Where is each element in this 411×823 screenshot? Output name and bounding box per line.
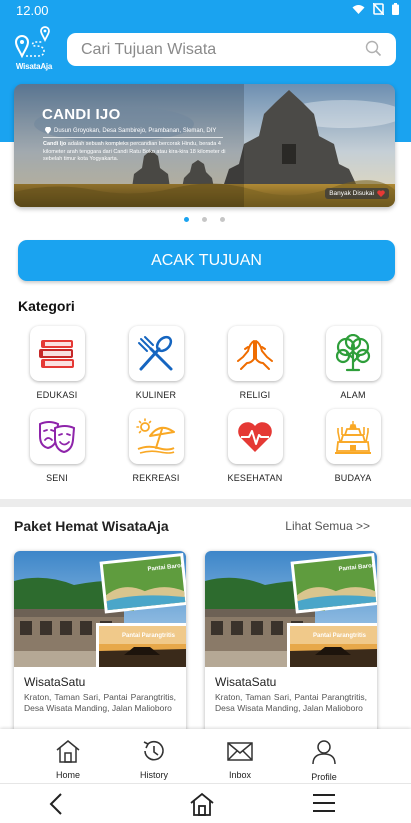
history-icon (143, 740, 164, 761)
category-kesehatan[interactable]: KESEHATAN (215, 409, 295, 483)
nav-label: Profile (311, 772, 337, 782)
battery-icon (392, 3, 399, 15)
category-edukasi[interactable]: EDUKASI (17, 326, 97, 400)
category-box[interactable] (325, 409, 381, 464)
category-label: EDUKASI (36, 390, 78, 400)
status-bar: 12.00 (0, 0, 411, 22)
search-icon[interactable] (365, 40, 382, 57)
category-label: SENI (46, 473, 68, 483)
logo-text: WisataAja (15, 62, 53, 71)
category-label: REKREASI (132, 473, 180, 483)
banner-title: CANDI IJO (42, 106, 121, 123)
search-input[interactable] (81, 39, 351, 61)
search-bar[interactable] (67, 33, 396, 66)
category-seni[interactable]: SENI (17, 409, 97, 483)
see-all-link[interactable]: Lihat Semua >> (285, 519, 370, 533)
package-description: Kraton, Taman Sari, Pantai Parangtritis,… (215, 692, 367, 713)
no-signal-icon (373, 3, 384, 15)
category-title: Kategori (18, 298, 75, 314)
app-logo[interactable]: WisataAja (14, 26, 54, 72)
menu-icon[interactable] (312, 792, 336, 814)
category-box[interactable] (29, 409, 85, 464)
banner-description: Candi Ijo adalah sebuah kompleks percand… (43, 141, 233, 164)
nav-label: Inbox (228, 770, 252, 780)
category-box[interactable] (128, 409, 184, 464)
carousel-dot[interactable] (202, 217, 207, 222)
status-icons (352, 3, 399, 15)
home-icon (56, 740, 80, 763)
category-label: KULINER (135, 390, 177, 400)
route-map-icon (14, 26, 50, 59)
app-screen: 12.00 WisataAja Cari Tujuan Wisata CANDI… (0, 0, 411, 823)
status-time: 12.00 (16, 3, 49, 18)
photo-caption-2: Pantai Parangtritis (122, 633, 176, 639)
category-rekreasi[interactable]: REKREASI (116, 409, 196, 483)
theater-masks-icon (39, 420, 76, 453)
package-name: WisataSatu (215, 675, 277, 689)
featured-banner[interactable]: CANDI IJO Dusun Groyokan, Desa Sambirejo… (14, 84, 395, 207)
banner-location: Dusun Groyokan, Desa Sambirejo, Prambana… (45, 127, 216, 134)
category-box[interactable] (128, 326, 184, 381)
photo-caption-2: Pantai Parangtritis (313, 633, 367, 639)
user-icon (312, 740, 336, 765)
category-box[interactable] (325, 326, 381, 381)
category-box[interactable] (227, 409, 283, 464)
banner-divider (43, 137, 223, 138)
nav-home[interactable]: Home (38, 739, 98, 780)
banner-desc-text: adalah sebuah kompleks percandian bercor… (43, 141, 226, 162)
carousel-indicator (184, 217, 225, 222)
category-box[interactable] (227, 326, 283, 381)
package-card[interactable]: Pantai Baron Pantai Parangtritis WisataS… (14, 551, 186, 736)
utensils-icon (138, 335, 173, 370)
category-religi[interactable]: RELIGI (215, 326, 295, 400)
category-budaya[interactable]: BUDAYA (313, 409, 393, 483)
beach-umbrella-icon (136, 417, 175, 454)
packages-title: Paket Hemat WisataAja (14, 518, 169, 534)
category-box[interactable] (29, 326, 85, 381)
books-icon (39, 339, 74, 368)
popular-badge-text: Banyak Disukai (329, 190, 374, 197)
banner-location-text: Dusun Groyokan, Desa Sambirejo, Prambana… (54, 127, 217, 134)
tree-icon (335, 333, 371, 371)
popular-badge: Banyak Disukai (325, 188, 389, 199)
category-label: RELIGI (239, 390, 271, 400)
heart-icon (377, 190, 385, 197)
package-name: WisataSatu (24, 675, 86, 689)
temple-icon (335, 420, 371, 454)
system-navigation-bar (0, 783, 411, 823)
package-card[interactable]: Pantai Baron Pantai Parangtritis WisataS… (205, 551, 377, 736)
location-pin-icon (45, 127, 51, 134)
nav-label: History (139, 770, 168, 780)
carousel-dot-active[interactable] (184, 217, 189, 222)
bottom-navigation: Home History Inbox Profile (0, 729, 411, 783)
back-icon[interactable] (47, 792, 65, 816)
nav-history[interactable]: History (124, 739, 184, 780)
section-separator (0, 499, 411, 507)
nav-inbox[interactable]: Inbox (210, 739, 270, 780)
random-destination-button[interactable]: ACAK TUJUAN (18, 240, 395, 281)
praying-hands-icon (237, 339, 273, 370)
category-label: BUDAYA (334, 473, 372, 483)
package-photo-collage: Pantai Baron Pantai Parangtritis (14, 551, 186, 667)
carousel-dot[interactable] (220, 217, 225, 222)
nav-label: Home (55, 770, 80, 780)
package-photo-collage: Pantai Baron Pantai Parangtritis (205, 551, 377, 667)
wifi-icon (352, 4, 365, 14)
category-kuliner[interactable]: KULINER (116, 326, 196, 400)
package-description: Kraton, Taman Sari, Pantai Parangtritis,… (24, 692, 176, 713)
banner-desc-bold: Candi Ijo (43, 141, 67, 147)
category-label: ALAM (340, 390, 366, 400)
heart-pulse-icon (238, 421, 272, 452)
category-alam[interactable]: ALAM (313, 326, 393, 400)
nav-profile[interactable]: Profile (294, 739, 354, 782)
category-label: KESEHATAN (227, 473, 283, 483)
system-home-icon[interactable] (189, 792, 215, 816)
mail-icon (227, 742, 253, 761)
